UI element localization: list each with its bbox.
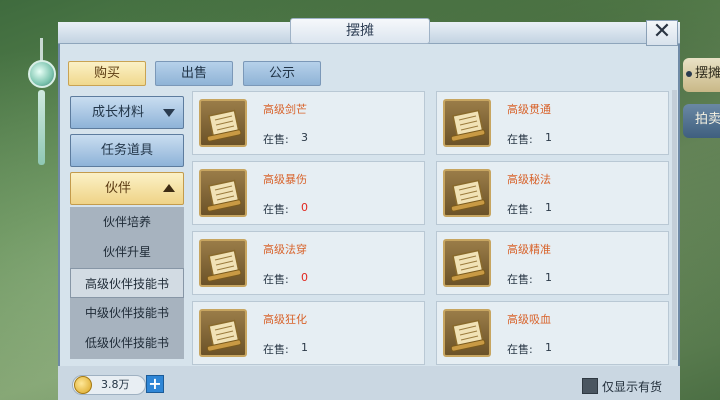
active-dot-icon — [686, 71, 692, 77]
scroll-icon — [199, 239, 247, 287]
stock-label: 在售: — [507, 133, 533, 146]
item-name: 高级暴伤 — [263, 173, 307, 186]
stock-label: 在售: — [263, 343, 289, 356]
scroll-icon — [199, 309, 247, 357]
stock-label: 在售: — [263, 133, 289, 146]
close-button[interactable]: ✕ — [646, 20, 678, 46]
scroll-icon — [443, 169, 491, 217]
item-card[interactable]: 高级法穿在售: 0 — [192, 231, 425, 295]
stock-label: 在售: — [507, 343, 533, 356]
tab-announce[interactable]: 公示 — [243, 61, 321, 86]
item-name: 高级精准 — [507, 243, 551, 256]
stock-count: 1 — [545, 201, 552, 214]
tab-sell[interactable]: 出售 — [155, 61, 233, 86]
chevron-up-icon — [163, 184, 175, 192]
scroll-icon — [199, 169, 247, 217]
item-card[interactable]: 高级贯通在售: 1 — [436, 91, 669, 155]
side-tab-label: 拍卖 — [695, 112, 720, 127]
category-quest-items[interactable]: 任务道具 — [70, 134, 184, 167]
item-card[interactable]: 高级秘法在售: 1 — [436, 161, 669, 225]
side-tab-stall[interactable]: 摆摊 — [683, 58, 720, 92]
subcategory-intermediate-skill-books[interactable]: 中级伙伴技能书 — [70, 298, 184, 328]
stock-label: 在售: — [263, 273, 289, 286]
item-card[interactable]: 高级吸血在售: 1 — [436, 301, 669, 365]
category-label: 伙伴 — [104, 181, 131, 196]
window-title: 摆摊 — [290, 18, 430, 44]
item-name: 高级剑芒 — [263, 103, 307, 116]
category-label: 成长材料 — [91, 105, 144, 120]
subcategory-partner-training[interactable]: 伙伴培养 — [70, 207, 184, 237]
jade-ring — [28, 60, 56, 88]
chevron-down-icon — [163, 109, 175, 117]
stock-count: 1 — [545, 131, 552, 144]
item-card[interactable]: 高级暴伤在售: 0 — [192, 161, 425, 225]
coin-icon — [74, 376, 92, 394]
subcategory-list: 伙伴培养 伙伴升星 高级伙伴技能书 中级伙伴技能书 低级伙伴技能书 — [70, 207, 184, 359]
scroll-icon — [199, 99, 247, 147]
stock-label: 在售: — [507, 273, 533, 286]
in-stock-only-checkbox[interactable] — [582, 378, 598, 394]
item-name: 高级吸血 — [507, 313, 551, 326]
stock-count: 1 — [545, 271, 552, 284]
item-name: 高级贯通 — [507, 103, 551, 116]
tab-buy[interactable]: 购买 — [68, 61, 146, 86]
scroll-icon — [443, 99, 491, 147]
stock-count: 0 — [301, 271, 308, 284]
pendant-cord — [40, 38, 43, 62]
item-name: 高级秘法 — [507, 173, 551, 186]
item-card[interactable]: 高级狂化在售: 1 — [192, 301, 425, 365]
category-growth-materials[interactable]: 成长材料 — [70, 96, 184, 129]
subcategory-advanced-skill-books[interactable]: 高级伙伴技能书 — [70, 268, 184, 298]
category-label: 任务道具 — [100, 143, 153, 158]
pendant-tassel — [38, 90, 45, 165]
item-card[interactable]: 高级精准在售: 1 — [436, 231, 669, 295]
stock-count: 1 — [545, 341, 552, 354]
stock-count: 3 — [301, 131, 308, 144]
stock-count: 0 — [301, 201, 308, 214]
currency-amount: 3.8万 — [101, 378, 130, 391]
in-stock-only-label: 仅显示有货 — [602, 380, 663, 394]
stock-label: 在售: — [263, 203, 289, 216]
add-currency-button[interactable]: + — [146, 375, 164, 393]
scroll-icon — [443, 239, 491, 287]
scrollbar[interactable] — [672, 90, 677, 360]
stock-label: 在售: — [507, 203, 533, 216]
category-partner[interactable]: 伙伴 — [70, 172, 184, 205]
item-name: 高级狂化 — [263, 313, 307, 326]
subcategory-partner-star-up[interactable]: 伙伴升星 — [70, 237, 184, 267]
subcategory-basic-skill-books[interactable]: 低级伙伴技能书 — [70, 328, 184, 358]
item-name: 高级法穿 — [263, 243, 307, 256]
item-card[interactable]: 高级剑芒在售: 3 — [192, 91, 425, 155]
stock-count: 1 — [301, 341, 308, 354]
jade-pendant-ornament — [28, 38, 56, 168]
side-tab-label: 摆摊 — [695, 66, 720, 81]
scroll-icon — [443, 309, 491, 357]
currency-display: 3.8万 — [72, 375, 146, 395]
side-tab-auction[interactable]: 拍卖 — [683, 104, 720, 138]
